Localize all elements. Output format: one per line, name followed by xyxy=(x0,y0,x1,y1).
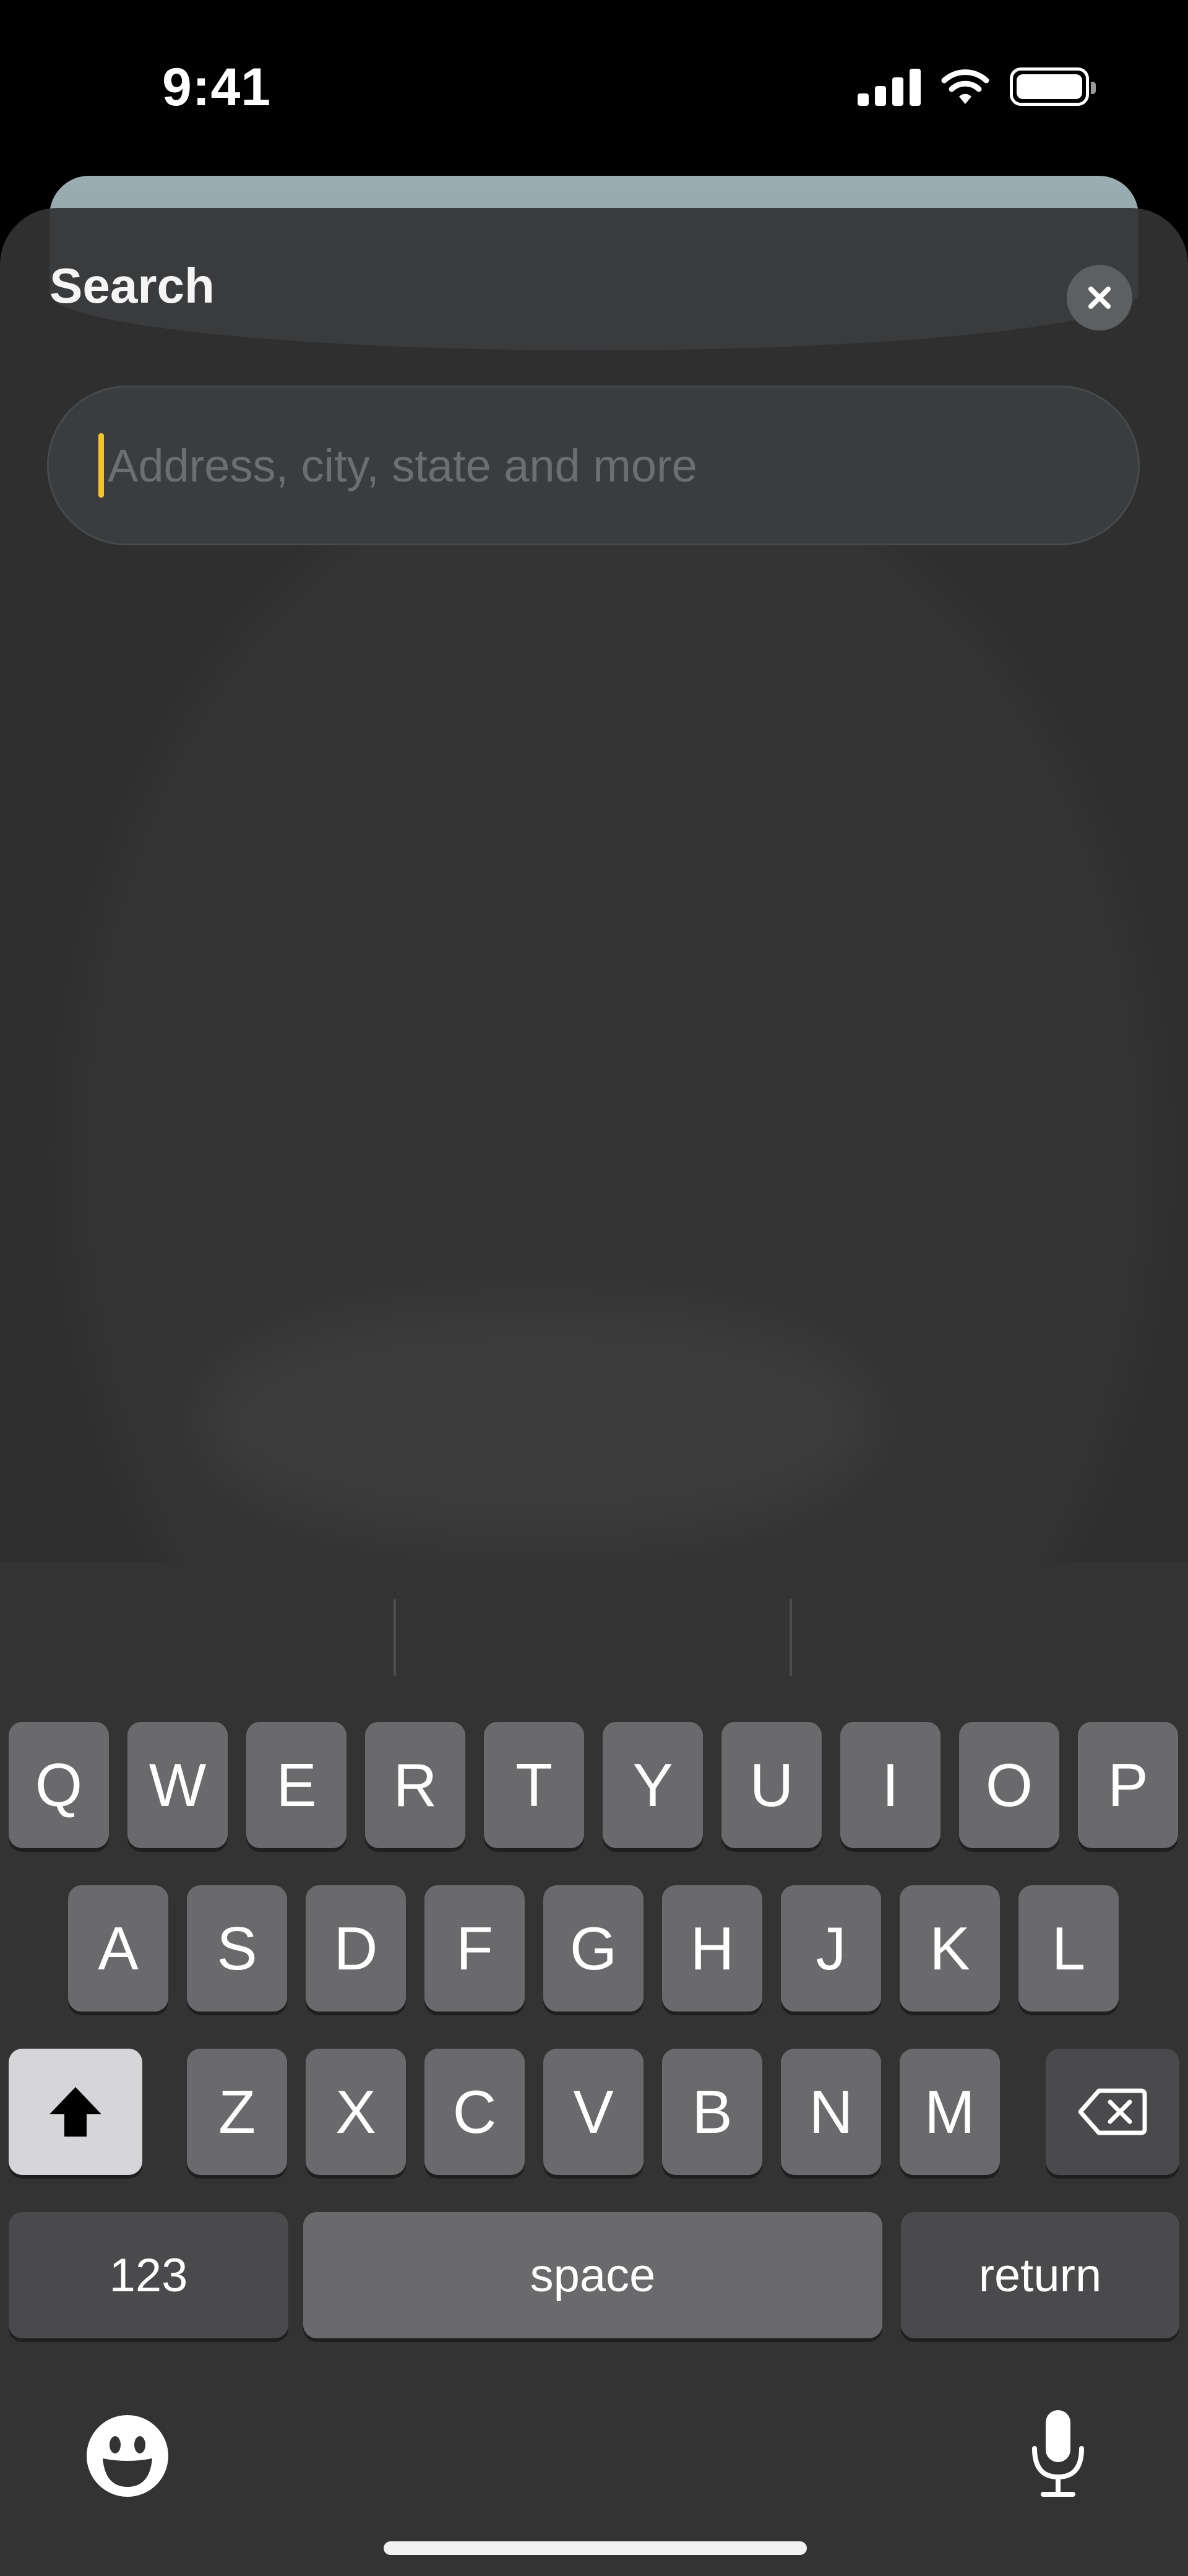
home-indicator[interactable] xyxy=(384,2541,807,2555)
key-s[interactable]: S xyxy=(187,1885,287,2012)
key-f[interactable]: F xyxy=(424,1885,525,2012)
key-l[interactable]: L xyxy=(1018,1885,1119,2012)
screen: 9:41 Search Address, city, state and mor… xyxy=(0,0,1188,2576)
key-y[interactable]: Y xyxy=(603,1722,703,1848)
key-d[interactable]: D xyxy=(306,1885,406,2012)
key-z[interactable]: Z xyxy=(187,2049,287,2175)
wifi-icon xyxy=(941,69,989,104)
suggestion-divider xyxy=(790,1599,792,1676)
key-j[interactable]: J xyxy=(781,1885,881,2012)
key-p[interactable]: P xyxy=(1078,1722,1178,1848)
key-q[interactable]: Q xyxy=(9,1722,109,1848)
text-caret xyxy=(98,433,104,498)
key-o[interactable]: O xyxy=(959,1722,1059,1848)
keyboard: Q W E R T Y U I O P A S D F G H J K L Z … xyxy=(0,1562,1188,2576)
numbers-key[interactable]: 123 xyxy=(9,2212,288,2338)
status-icons xyxy=(858,63,1096,110)
search-sheet: Search Address, city, state and more xyxy=(0,208,1188,1563)
shift-icon xyxy=(50,2087,101,2137)
shift-key[interactable] xyxy=(9,2049,142,2175)
delete-icon xyxy=(1078,2088,1147,2135)
space-key[interactable]: space xyxy=(303,2212,882,2338)
emoji-icon[interactable] xyxy=(85,2414,170,2498)
cellular-signal-icon xyxy=(858,67,921,106)
key-a[interactable]: A xyxy=(68,1885,168,2012)
sheet-title: Search xyxy=(50,258,215,313)
battery-icon xyxy=(1010,67,1096,106)
status-time: 9:41 xyxy=(162,58,272,117)
key-i[interactable]: I xyxy=(840,1722,940,1848)
key-x[interactable]: X xyxy=(306,2049,406,2175)
close-button[interactable] xyxy=(1067,265,1132,331)
key-k[interactable]: K xyxy=(900,1885,1000,2012)
delete-key[interactable] xyxy=(1046,2049,1179,2175)
key-v[interactable]: V xyxy=(543,2049,644,2175)
key-t[interactable]: T xyxy=(484,1722,584,1848)
suggestion-divider xyxy=(394,1599,396,1676)
key-w[interactable]: W xyxy=(127,1722,228,1848)
close-icon xyxy=(1088,287,1111,309)
key-u[interactable]: U xyxy=(721,1722,822,1848)
key-m[interactable]: M xyxy=(900,2049,1000,2175)
key-h[interactable]: H xyxy=(662,1885,762,2012)
search-input[interactable]: Address, city, state and more xyxy=(47,386,1140,545)
key-r[interactable]: R xyxy=(365,1722,465,1848)
search-placeholder: Address, city, state and more xyxy=(108,439,697,491)
key-n[interactable]: N xyxy=(781,2049,881,2175)
key-c[interactable]: C xyxy=(424,2049,525,2175)
return-key[interactable]: return xyxy=(901,2212,1179,2338)
sheet-background-shape xyxy=(198,1297,879,1545)
key-e[interactable]: E xyxy=(246,1722,346,1848)
key-b[interactable]: B xyxy=(662,2049,762,2175)
microphone-icon[interactable] xyxy=(1027,2408,1089,2499)
key-g[interactable]: G xyxy=(543,1885,644,2012)
status-bar: 9:41 xyxy=(0,0,1188,173)
